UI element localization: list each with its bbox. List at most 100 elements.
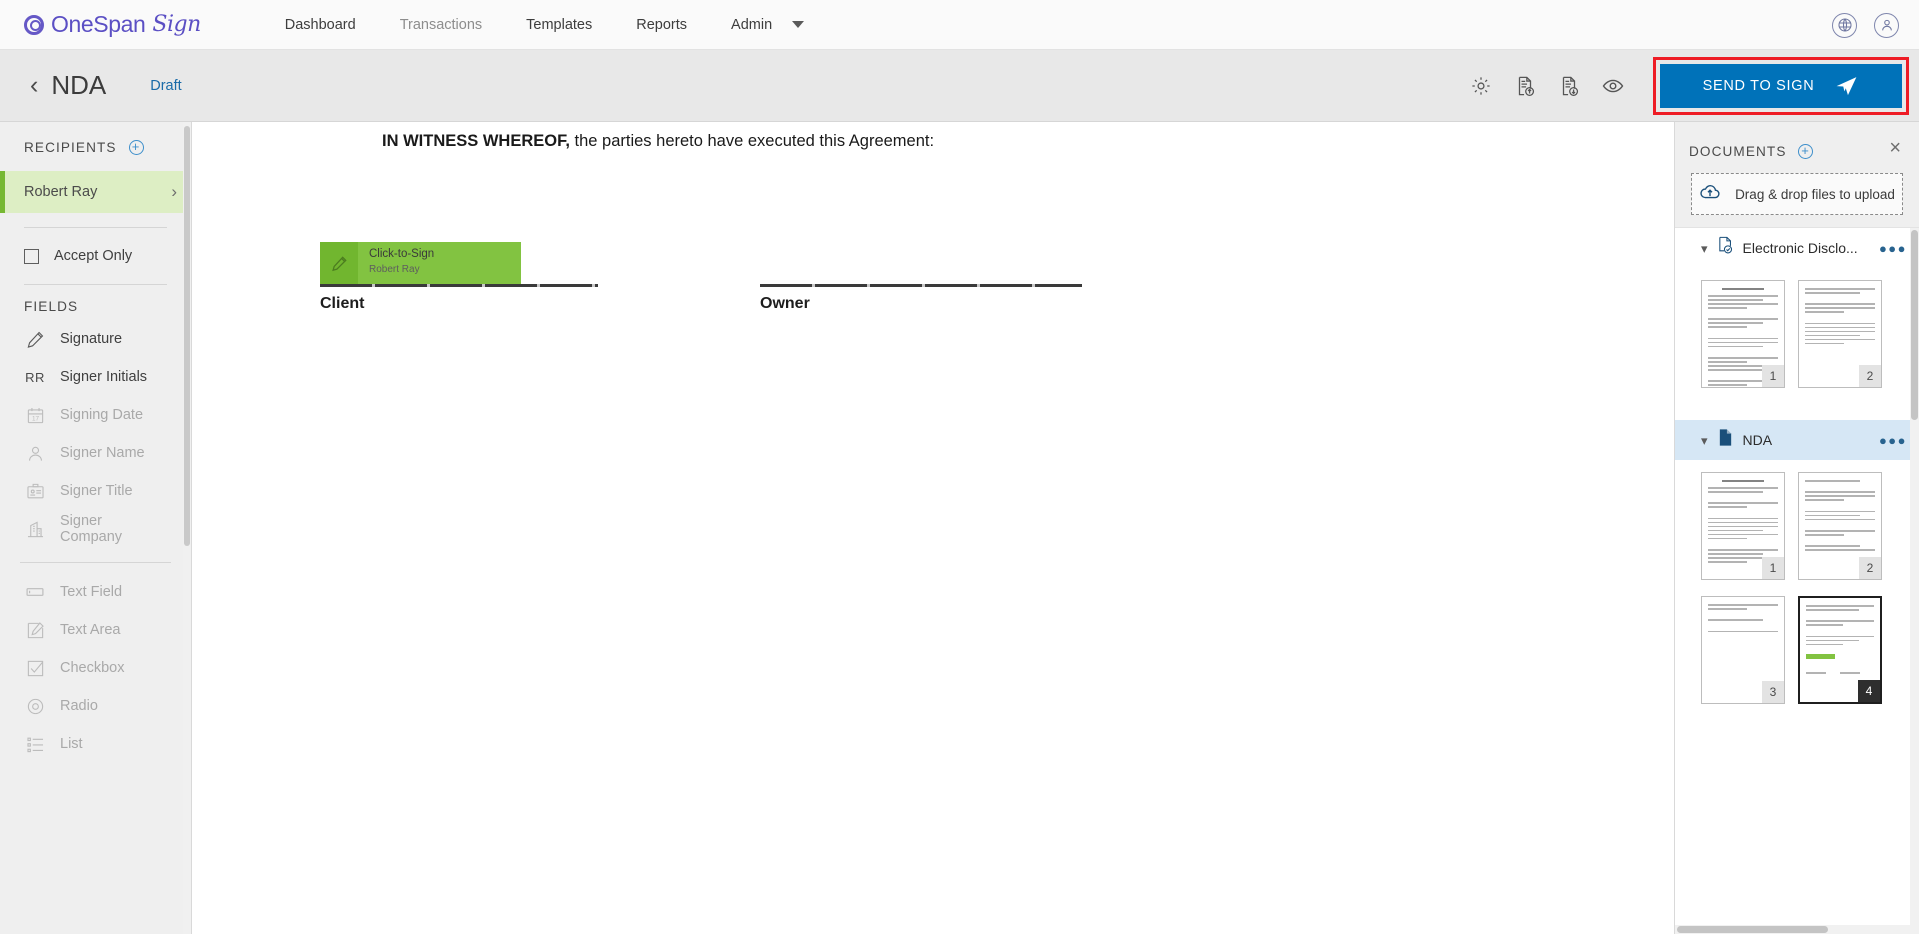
main-nav-items: Dashboard Transactions Templates Reports… xyxy=(263,11,826,39)
status-badge: Draft xyxy=(150,77,182,94)
radio-icon xyxy=(24,697,46,716)
page-number: 2 xyxy=(1859,365,1881,387)
nav-item-templates[interactable]: Templates xyxy=(504,11,614,39)
cloud-upload-icon xyxy=(1699,181,1721,208)
document-filled-icon xyxy=(1717,428,1734,452)
field-label: Signer Initials xyxy=(60,369,148,385)
close-icon[interactable]: × xyxy=(1889,138,1901,158)
id-badge-icon xyxy=(24,482,46,501)
preview-eye-icon[interactable] xyxy=(1591,64,1635,108)
nav-item-reports[interactable]: Reports xyxy=(614,11,709,39)
nav-item-dashboard[interactable]: Dashboard xyxy=(263,11,378,39)
page-number: 1 xyxy=(1762,365,1784,387)
back-chevron-icon[interactable]: ‹ xyxy=(30,73,38,98)
add-document-icon[interactable]: + xyxy=(1797,144,1813,159)
nav-item-transactions[interactable]: Transactions xyxy=(378,11,504,39)
field-item-signer-company[interactable]: Signer Company xyxy=(0,510,191,548)
page-thumbnails-electronic-disclosure: 1 2 xyxy=(1675,268,1919,394)
field-label: List xyxy=(60,736,83,752)
onespan-logo-mark xyxy=(24,14,44,35)
page-thumbnail[interactable]: 1 xyxy=(1701,472,1785,580)
field-item-signer-title[interactable]: Signer Title xyxy=(0,472,191,510)
sidebar-scrollbar[interactable] xyxy=(183,122,191,934)
settings-gear-icon[interactable] xyxy=(1459,64,1503,108)
field-label: Signer Name xyxy=(60,445,145,461)
globe-icon[interactable] xyxy=(1832,12,1857,38)
page-thumbnail-selected[interactable]: 4 xyxy=(1798,596,1882,704)
page-thumbnails-nda-row1: 1 2 xyxy=(1675,460,1919,586)
documents-horizontal-scrollbar-thumb[interactable] xyxy=(1677,926,1829,933)
client-signature-block: Click-to-Sign Robert Ray Client xyxy=(320,242,598,313)
chevron-down-icon[interactable]: ▾ xyxy=(1701,242,1708,255)
click-to-sign-field[interactable]: Click-to-Sign Robert Ray xyxy=(320,242,521,284)
field-label: Checkbox xyxy=(60,660,125,676)
document-header-bar: ‹ NDA Draft SEND TO SIGN xyxy=(0,50,1919,122)
witness-clause-rest: the parties hereto have executed this Ag… xyxy=(569,132,935,150)
witness-clause-bold: IN WITNESS WHEREOF, xyxy=(382,132,570,150)
page-number: 2 xyxy=(1859,557,1881,579)
sidebar-divider-2 xyxy=(24,284,167,285)
top-navigation-bar: OneSpan Sign Dashboard Transactions Temp… xyxy=(0,0,1919,50)
field-item-signer-name[interactable]: Signer Name xyxy=(0,434,191,472)
main-body: RECIPIENTS + Robert Ray › Accept Only FI… xyxy=(0,122,1919,934)
left-sidebar: RECIPIENTS + Robert Ray › Accept Only FI… xyxy=(0,122,192,934)
accept-only-checkbox[interactable] xyxy=(24,248,39,264)
page-thumbnail[interactable]: 2 xyxy=(1798,472,1882,580)
person-icon xyxy=(24,444,46,463)
document-group-electronic-disclosure[interactable]: ▾ Electronic Disclo... ●●● xyxy=(1675,228,1919,268)
send-to-sign-label: SEND TO SIGN xyxy=(1702,77,1815,94)
field-item-signer-initials[interactable]: RR Signer Initials xyxy=(0,358,191,396)
nav-item-admin[interactable]: Admin xyxy=(709,11,826,39)
field-item-signing-date[interactable]: 17 Signing Date xyxy=(0,396,191,434)
brand-name: OneSpan xyxy=(51,11,146,37)
add-recipient-icon[interactable]: + xyxy=(128,140,144,155)
sidebar-divider-3 xyxy=(20,562,171,563)
page-number: 1 xyxy=(1762,557,1784,579)
thumbnail-preview xyxy=(1799,281,1881,345)
document-upload-icon[interactable] xyxy=(1503,64,1547,108)
document-group-menu-icon[interactable]: ●●● xyxy=(1879,433,1907,448)
nav-item-admin-label: Admin xyxy=(731,16,773,33)
field-item-text-area[interactable]: Text Area xyxy=(0,611,191,649)
document-check-icon xyxy=(1717,236,1734,260)
documents-horizontal-scrollbar[interactable] xyxy=(1675,925,1919,934)
field-label: Signature xyxy=(60,331,123,347)
document-group-nda[interactable]: ▾ NDA ●●● xyxy=(1675,420,1919,460)
chevron-right-icon: › xyxy=(171,182,177,201)
send-to-sign-button[interactable]: SEND TO SIGN xyxy=(1660,63,1902,108)
field-item-list[interactable]: List xyxy=(0,725,191,763)
fields-header: FIELDS xyxy=(24,299,79,314)
drag-drop-upload-zone[interactable]: Drag & drop files to upload xyxy=(1691,173,1903,215)
page-thumbnail[interactable]: 1 xyxy=(1701,280,1785,388)
client-signature-line xyxy=(320,284,598,287)
onespan-sign-logo[interactable]: OneSpan Sign xyxy=(24,11,201,38)
chevron-down-icon[interactable]: ▾ xyxy=(1701,434,1708,447)
witness-clause-text: IN WITNESS WHEREOF, the parties hereto h… xyxy=(382,132,934,151)
documents-list-scroll: ▾ Electronic Disclo... ●●● 1 2 ▾ NDA ●●●… xyxy=(1675,227,1919,934)
accept-only-row[interactable]: Accept Only xyxy=(0,242,191,270)
field-item-text-field[interactable]: Text Field xyxy=(0,573,191,611)
documents-vertical-scrollbar-thumb[interactable] xyxy=(1911,230,1918,420)
page-thumbnail[interactable]: 3 xyxy=(1701,596,1785,704)
accept-only-label: Accept Only xyxy=(54,248,133,264)
sidebar-scrollbar-thumb[interactable] xyxy=(184,126,190,546)
click-to-sign-title: Click-to-Sign xyxy=(369,248,435,260)
field-label: Text Field xyxy=(60,584,123,600)
page-thumbnails-nda-row2: 3 4 xyxy=(1675,586,1919,710)
user-account-icon[interactable] xyxy=(1874,12,1899,38)
field-label: Signer Title xyxy=(60,483,133,499)
recipient-item-robert-ray[interactable]: Robert Ray › xyxy=(0,171,191,213)
field-item-signature[interactable]: Signature xyxy=(0,320,191,358)
document-download-icon[interactable] xyxy=(1547,64,1591,108)
page-thumbnail[interactable]: 2 xyxy=(1798,280,1882,388)
svg-text:17: 17 xyxy=(31,415,39,422)
recipient-name: Robert Ray xyxy=(24,184,98,200)
field-item-radio[interactable]: Radio xyxy=(0,687,191,725)
field-item-checkbox[interactable]: Checkbox xyxy=(0,649,191,687)
paper-plane-icon xyxy=(1837,77,1857,96)
documents-vertical-scrollbar[interactable] xyxy=(1910,228,1919,934)
sidebar-divider-1 xyxy=(24,227,167,228)
document-group-menu-icon[interactable]: ●●● xyxy=(1879,241,1907,256)
page-title: NDA xyxy=(51,70,107,100)
owner-signature-block: Owner xyxy=(760,284,1082,313)
